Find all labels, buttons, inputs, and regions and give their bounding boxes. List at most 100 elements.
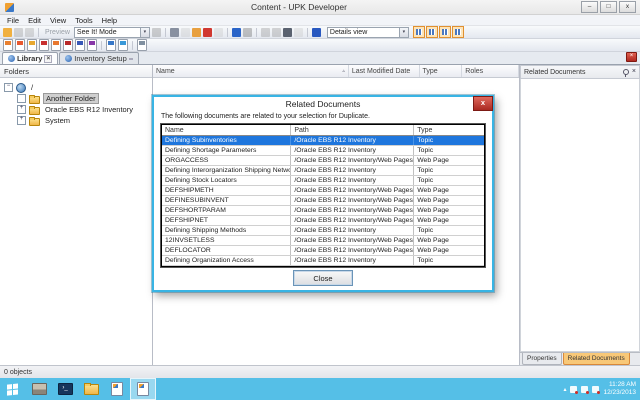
related-doc-row[interactable]: DEFSHIPMETH /Oracle EBS R12 Inventory/We…: [162, 186, 484, 196]
table-column-header[interactable]: Path: [291, 125, 414, 135]
new-document-icon-1[interactable]: [3, 39, 13, 51]
new-document-icon-2[interactable]: [15, 39, 25, 51]
pane-close-icon[interactable]: ×: [626, 52, 637, 62]
help-icon[interactable]: ?: [312, 28, 321, 37]
play-preview-icon[interactable]: ▸: [152, 28, 161, 37]
playback-mode-select[interactable]: See It! Mode ▾: [74, 27, 150, 38]
paste-icon[interactable]: [192, 28, 201, 37]
tree-item-root[interactable]: − /: [4, 82, 152, 93]
save-icon[interactable]: [14, 28, 23, 37]
related-doc-row[interactable]: Defining Shipping Methods /Oracle EBS R1…: [162, 226, 484, 236]
collapse-all-icon[interactable]: −: [272, 28, 281, 37]
tree-item-another-folder[interactable]: Another Folder: [4, 93, 152, 104]
split-view-icon[interactable]: [439, 26, 451, 38]
tile-view-icon[interactable]: [426, 26, 438, 38]
related-doc-row[interactable]: DEFSHORTPARAM /Oracle EBS R12 Inventory/…: [162, 206, 484, 216]
close-button[interactable]: x: [619, 1, 636, 13]
new-document-icon-4[interactable]: [39, 39, 49, 51]
related-doc-row[interactable]: Defining Interorganization Shipping Netw…: [162, 166, 484, 176]
server-manager-icon[interactable]: [26, 378, 52, 400]
tab-close-icon[interactable]: ×: [44, 55, 52, 63]
new-document-icon-5[interactable]: [51, 39, 61, 51]
menu-item-help[interactable]: Help: [102, 16, 117, 25]
column-header-roles[interactable]: Roles: [462, 65, 519, 77]
tray-network-icon[interactable]: [581, 386, 588, 393]
expand-icon[interactable]: +: [17, 116, 26, 125]
chevron-down-icon[interactable]: ▾: [399, 28, 408, 37]
new-document-icon-10[interactable]: [118, 39, 128, 51]
menu-item-tools[interactable]: Tools: [75, 16, 93, 25]
menu-item-view[interactable]: View: [50, 16, 66, 25]
close-dialog-button[interactable]: Close: [293, 270, 353, 286]
related-doc-row[interactable]: ORGACCESS /Oracle EBS R12 Inventory/Web …: [162, 156, 484, 166]
new-document-icon-8[interactable]: [87, 39, 97, 51]
file-explorer-icon[interactable]: [78, 378, 104, 400]
tree-item-oracle-ebs-r12-inventory[interactable]: + Oracle EBS R12 Inventory: [4, 104, 152, 115]
table-column-header[interactable]: Name: [162, 125, 291, 135]
tray-expand-icon[interactable]: ▴: [563, 386, 566, 393]
upk-developer-window-icon[interactable]: [130, 378, 156, 400]
dialog-title-bar[interactable]: Related Documents x: [154, 97, 492, 111]
filter-icon[interactable]: [294, 28, 303, 37]
chevron-down-icon[interactable]: ▾: [140, 28, 149, 37]
related-doc-row[interactable]: DEFINESUBINVENT /Oracle EBS R12 Inventor…: [162, 196, 484, 206]
tab-properties[interactable]: Properties: [522, 353, 562, 365]
tab-close-icon[interactable]: [129, 58, 133, 60]
powershell-icon[interactable]: ›_: [52, 378, 78, 400]
tab-inventory-setup[interactable]: Inventory Setup: [59, 52, 139, 64]
redo-icon[interactable]: ↷: [243, 28, 252, 37]
tray-audio-icon[interactable]: [592, 386, 599, 393]
taskbar-clock[interactable]: 11:28 AM 12/23/2013: [603, 381, 636, 398]
collapse-icon[interactable]: −: [4, 83, 13, 92]
tree-item-system[interactable]: + System: [4, 115, 152, 126]
minimize-button[interactable]: ‒: [581, 1, 598, 13]
document-icon[interactable]: [101, 41, 102, 50]
toolbar-icon[interactable]: [227, 28, 228, 37]
document-icon[interactable]: [132, 41, 133, 50]
details-view-icon[interactable]: [413, 26, 425, 38]
print-icon[interactable]: [25, 28, 34, 37]
tab-related-documents[interactable]: Related Documents: [563, 353, 630, 365]
delete-icon[interactable]: ×: [203, 28, 212, 37]
expand-icon[interactable]: [17, 94, 26, 103]
related-documents-panel-body[interactable]: [520, 79, 640, 352]
search-library-icon[interactable]: [137, 39, 147, 51]
maximize-button[interactable]: □: [600, 1, 617, 13]
properties-icon[interactable]: [214, 28, 223, 37]
cut-icon[interactable]: [170, 28, 179, 37]
expand-icon[interactable]: +: [17, 105, 26, 114]
dialog-close-button[interactable]: x: [473, 96, 493, 111]
related-doc-row[interactable]: DEFLOCATOR /Oracle EBS R12 Inventory/Web…: [162, 246, 484, 256]
new-document-icon-3[interactable]: [27, 39, 37, 51]
view-mode-select[interactable]: Details view ▾: [327, 27, 409, 38]
related-doc-row[interactable]: Defining Stock Locators /Oracle EBS R12 …: [162, 176, 484, 186]
panel-close-icon[interactable]: ×: [632, 69, 636, 75]
new-document-icon-9[interactable]: [106, 39, 116, 51]
related-doc-row[interactable]: Defining Subinventories /Oracle EBS R12 …: [162, 136, 484, 146]
open-folder-icon[interactable]: [3, 28, 12, 37]
tab-library[interactable]: Library ×: [2, 52, 58, 64]
menu-item-file[interactable]: File: [7, 16, 19, 25]
column-header-name[interactable]: Name ▵: [153, 65, 349, 77]
find-icon[interactable]: [283, 28, 292, 37]
new-document-icon-7[interactable]: [75, 39, 85, 51]
related-doc-row[interactable]: 12INVSETLESS /Oracle EBS R12 Inventory/W…: [162, 236, 484, 246]
undo-icon[interactable]: ↶: [232, 28, 241, 37]
copy-icon[interactable]: [181, 28, 190, 37]
tray-notification-icon[interactable]: [570, 386, 577, 393]
related-doc-row[interactable]: Defining Organization Access /Oracle EBS…: [162, 256, 484, 266]
related-doc-row[interactable]: Defining Shortage Parameters /Oracle EBS…: [162, 146, 484, 156]
upk-content-window-icon[interactable]: [104, 378, 130, 400]
toolbar-icon[interactable]: [307, 28, 308, 37]
table-column-header[interactable]: Type: [414, 125, 484, 135]
toolbar-icon[interactable]: [256, 28, 257, 37]
column-header-last-modified-date[interactable]: Last Modified Date: [349, 65, 420, 77]
preview-pane-icon[interactable]: [452, 26, 464, 38]
expand-all-icon[interactable]: +: [261, 28, 270, 37]
toolbar-icon[interactable]: [165, 28, 166, 37]
pin-icon[interactable]: [623, 69, 629, 75]
column-header-type[interactable]: Type: [420, 65, 463, 77]
new-document-icon-6[interactable]: [63, 39, 73, 51]
related-doc-row[interactable]: DEFSHIPNET /Oracle EBS R12 Inventory/Web…: [162, 216, 484, 226]
menu-item-edit[interactable]: Edit: [28, 16, 41, 25]
